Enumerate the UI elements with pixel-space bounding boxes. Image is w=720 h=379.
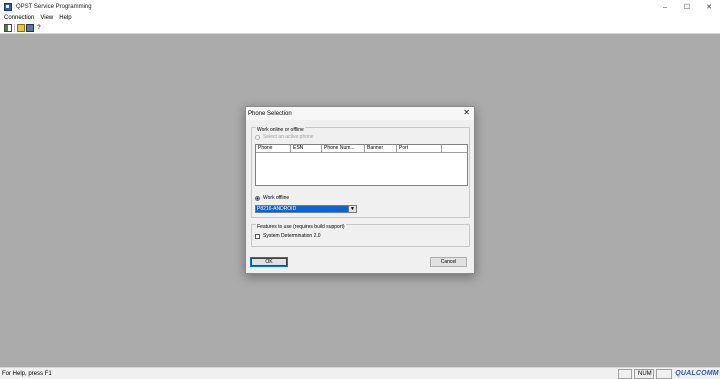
online-radio — [255, 134, 260, 140]
toolbar: ? — [0, 23, 720, 34]
work-mode-group: Work online or offline Select an active … — [251, 127, 470, 218]
save-icon[interactable] — [26, 24, 34, 32]
offline-radio-label[interactable]: Work offline — [263, 195, 289, 201]
connect-icon[interactable] — [4, 24, 12, 32]
open-icon[interactable] — [17, 24, 25, 32]
system-determination-checkbox[interactable] — [255, 233, 260, 239]
menu-view[interactable]: View — [37, 14, 56, 23]
title-bar: QPST Service Programming – ☐ ✕ — [0, 0, 720, 14]
qualcomm-logo: QUALCOMM — [675, 370, 719, 377]
column-banner[interactable]: Banner — [365, 145, 397, 152]
maximize-button[interactable]: ☐ — [676, 0, 698, 14]
chevron-down-icon[interactable]: ▼ — [348, 206, 356, 212]
column-phone-number[interactable]: Phone Num... — [322, 145, 365, 152]
toolbar-separator — [14, 24, 15, 32]
phone-selection-dialog: Phone Selection ✕ Work online or offline… — [245, 106, 475, 274]
help-icon[interactable]: ? — [35, 24, 43, 32]
column-extra[interactable] — [442, 145, 467, 152]
status-pane-num: NUM — [634, 368, 654, 379]
work-mode-group-label: Work online or offline — [256, 127, 305, 133]
status-pane-scroll — [656, 368, 672, 379]
system-determination-label[interactable]: System Determination 2.0 — [263, 233, 321, 239]
offline-radio[interactable] — [255, 195, 260, 201]
window-title: QPST Service Programming — [16, 4, 92, 10]
phone-list[interactable]: Phone ESN Phone Num... Banner Port — [255, 144, 468, 186]
menu-help[interactable]: Help — [56, 14, 74, 23]
online-radio-label: Select an active phone — [263, 134, 314, 140]
column-port[interactable]: Port — [397, 145, 442, 152]
status-bar: For Help, press F1 NUM QUALCOMM — [0, 367, 720, 379]
offline-radio-row[interactable]: Work offline — [255, 195, 289, 201]
ok-button[interactable]: OK — [250, 257, 288, 267]
online-radio-row: Select an active phone — [255, 134, 314, 140]
minimize-button[interactable]: – — [654, 0, 676, 14]
dialog-title: Phone Selection — [248, 110, 292, 117]
column-esn[interactable]: ESN — [291, 145, 322, 152]
status-help-text: For Help, press F1 — [2, 370, 52, 377]
features-group: Features to use (requires build support)… — [251, 224, 470, 247]
phone-list-header: Phone ESN Phone Num... Banner Port — [256, 145, 467, 153]
offline-model-select[interactable]: P8216-ANDROID ▼ — [255, 205, 357, 213]
offline-model-value[interactable]: P8216-ANDROID — [256, 206, 348, 212]
cancel-button[interactable]: Cancel — [430, 257, 467, 267]
close-button[interactable]: ✕ — [698, 0, 720, 14]
status-pane-caps — [618, 368, 632, 379]
menu-bar: Connection View Help — [0, 14, 720, 23]
features-group-label: Features to use (requires build support) — [256, 224, 346, 230]
dialog-title-bar: Phone Selection — [246, 107, 474, 120]
app-icon — [4, 3, 12, 11]
feature-checkbox-row[interactable]: System Determination 2.0 — [255, 233, 321, 239]
column-phone[interactable]: Phone — [256, 145, 291, 152]
dialog-close-icon[interactable]: ✕ — [463, 108, 470, 117]
window-controls: – ☐ ✕ — [654, 0, 720, 14]
menu-connection[interactable]: Connection — [0, 14, 37, 23]
